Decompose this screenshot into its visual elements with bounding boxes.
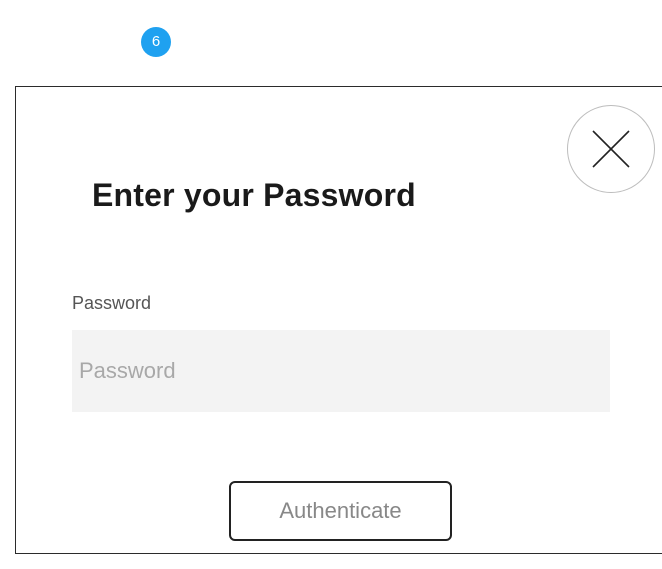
password-label: Password xyxy=(72,293,152,313)
dialog-title: Enter your Password xyxy=(92,177,416,213)
page: 6 Enter your Password Password Authentic… xyxy=(0,0,662,569)
password-input[interactable] xyxy=(72,330,610,412)
close-icon xyxy=(592,130,630,168)
password-dialog: Enter your Password Password Authenticat… xyxy=(15,86,662,554)
close-button[interactable] xyxy=(567,105,655,193)
authenticate-button[interactable]: Authenticate xyxy=(229,481,452,541)
step-number-badge: 6 xyxy=(141,27,171,57)
